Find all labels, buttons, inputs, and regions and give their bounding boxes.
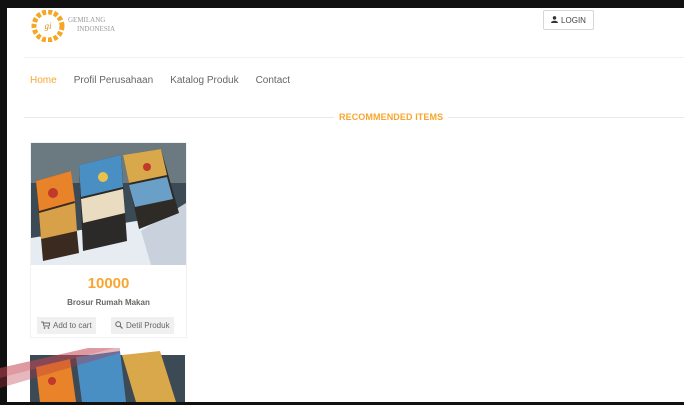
add-to-cart-button[interactable]: Add to cart: [37, 317, 96, 334]
nav-contact[interactable]: Contact: [256, 75, 290, 86]
add-to-cart-label: Add to cart: [53, 321, 92, 330]
nav-katalog-produk[interactable]: Katalog Produk: [170, 75, 238, 86]
product-price: 10000: [87, 275, 130, 292]
zoom-icon: [115, 320, 123, 331]
user-icon: [551, 15, 559, 25]
main-nav: Home Profil Perusahaan Katalog Produk Co…: [30, 75, 307, 86]
header-divider: [24, 57, 684, 58]
login-button[interactable]: LOGIN: [543, 10, 594, 30]
login-label: LOGIN: [561, 15, 586, 25]
product-name: Brosur Rumah Makan: [67, 298, 150, 307]
brand-line2: INDONESIA: [77, 25, 116, 33]
brand-logo[interactable]: gi: [28, 9, 68, 43]
detail-product-button[interactable]: Detil Produk: [111, 317, 174, 334]
window-frame-top: [0, 0, 684, 8]
nav-profil-perusahaan[interactable]: Profil Perusahaan: [74, 75, 154, 86]
section-header: RECOMMENDED ITEMS: [24, 112, 684, 124]
window-frame-left: [0, 0, 7, 405]
cart-icon: [41, 321, 51, 331]
product-card: 10000 Brosur Rumah Makan Add to cart Det…: [30, 142, 187, 338]
section-title: RECOMMENDED ITEMS: [334, 112, 449, 122]
product-image[interactable]: [31, 143, 186, 265]
brand-name: GEMILANG INDONESIA: [68, 16, 115, 34]
brand-line1: GEMILANG: [68, 16, 106, 24]
detail-product-label: Detil Produk: [126, 321, 170, 330]
nav-home[interactable]: Home: [30, 75, 57, 86]
corner-ribbon-decoration: [0, 348, 120, 388]
svg-text:gi: gi: [44, 21, 52, 31]
